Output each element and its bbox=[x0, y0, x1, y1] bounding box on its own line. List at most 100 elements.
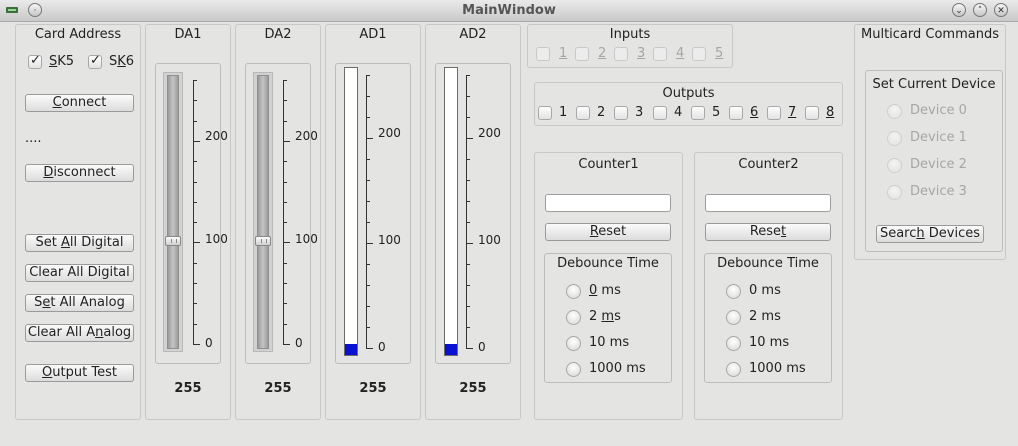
scale-line bbox=[283, 80, 284, 344]
scale-tick bbox=[283, 161, 287, 162]
counter-value-field[interactable] bbox=[705, 194, 831, 212]
input-label: 2 bbox=[598, 46, 607, 61]
output-label: 2 bbox=[597, 105, 606, 120]
channel-value: 255 bbox=[174, 381, 202, 396]
channel-value: 255 bbox=[264, 381, 292, 396]
input-label: 5 bbox=[715, 46, 724, 61]
scale-label: 0 bbox=[205, 336, 213, 350]
scale-label: 100 bbox=[378, 233, 401, 247]
maximize-icon[interactable]: ˄ bbox=[973, 3, 987, 17]
input-checkbox-4[interactable] bbox=[653, 47, 667, 61]
device-label: Device 1 bbox=[910, 130, 967, 145]
scale-tick bbox=[193, 242, 200, 243]
scale-tick bbox=[193, 100, 197, 101]
scale-label: 200 bbox=[378, 126, 401, 140]
scale-tick bbox=[283, 141, 290, 142]
output-label: 8 bbox=[826, 105, 835, 120]
output-label: 6 bbox=[750, 105, 759, 120]
input-checkbox-2[interactable] bbox=[575, 47, 589, 61]
scale-tick bbox=[193, 161, 197, 162]
slider-handle[interactable] bbox=[255, 236, 271, 246]
debounce-radio[interactable] bbox=[726, 284, 741, 299]
debounce-radio[interactable] bbox=[726, 336, 741, 351]
slider-track[interactable] bbox=[257, 75, 269, 349]
output-checkbox-7[interactable] bbox=[767, 106, 781, 120]
counter-reset-button[interactable]: Reset bbox=[545, 223, 671, 241]
scale-tick bbox=[366, 264, 370, 265]
scale-tick bbox=[366, 117, 370, 118]
input-checkbox-1[interactable] bbox=[536, 47, 550, 61]
debounce-radio[interactable] bbox=[566, 284, 581, 299]
scale-tick bbox=[283, 263, 287, 264]
channel-title: AD2 bbox=[459, 27, 487, 42]
scale-tick bbox=[466, 306, 470, 307]
input-label: 4 bbox=[676, 46, 685, 61]
window-title: MainWindow bbox=[462, 3, 556, 18]
output-checkbox-8[interactable] bbox=[805, 106, 819, 120]
scale-tick bbox=[283, 202, 287, 203]
set-all-digital-button[interactable]: Set All Digital bbox=[25, 234, 134, 252]
device-radio[interactable] bbox=[887, 104, 902, 119]
device-label: Device 3 bbox=[910, 184, 967, 199]
scale-tick bbox=[283, 344, 290, 345]
input-checkbox-5[interactable] bbox=[692, 47, 706, 61]
output-checkbox-5[interactable] bbox=[691, 106, 705, 120]
output-checkbox-3[interactable] bbox=[614, 106, 628, 120]
device-radio[interactable] bbox=[887, 131, 902, 146]
debounce-option-label: 10 ms bbox=[589, 335, 630, 350]
scale-tick bbox=[366, 75, 370, 76]
slider-track[interactable] bbox=[167, 75, 179, 349]
channel-value: 255 bbox=[359, 381, 387, 396]
sk6-checkbox[interactable] bbox=[88, 53, 102, 69]
output-checkbox-4[interactable] bbox=[653, 106, 667, 120]
output-checkbox-1[interactable] bbox=[538, 106, 552, 120]
scale-label: 100 bbox=[478, 233, 501, 247]
scale-tick bbox=[193, 263, 197, 264]
scale-tick bbox=[283, 222, 287, 223]
output-test-button[interactable]: Output Test bbox=[25, 364, 134, 382]
connect-button[interactable]: Connect bbox=[25, 94, 134, 112]
debounce-option-label: 1000 ms bbox=[749, 361, 806, 376]
clear-all-digital-button[interactable]: Clear All Digital bbox=[25, 264, 134, 282]
level-bar bbox=[444, 67, 458, 356]
scale-tick bbox=[193, 344, 200, 345]
device-radio[interactable] bbox=[887, 185, 902, 200]
scale-tick bbox=[283, 100, 287, 101]
output-checkbox-2[interactable] bbox=[576, 106, 590, 120]
sk5-checkbox[interactable] bbox=[28, 53, 42, 69]
debounce-option-label: 0 ms bbox=[589, 283, 621, 298]
counter-reset-button[interactable]: Reset bbox=[705, 223, 831, 241]
disconnect-button[interactable]: Disconnect bbox=[25, 164, 134, 182]
debounce-radio[interactable] bbox=[566, 362, 581, 377]
debounce-option-label: 2 ms bbox=[749, 309, 781, 324]
output-label: 3 bbox=[635, 105, 644, 120]
outputs-heading: Outputs bbox=[662, 86, 715, 101]
counter-title: Counter2 bbox=[738, 157, 799, 172]
card-address-heading: Card Address bbox=[34, 27, 122, 42]
scale-tick bbox=[193, 121, 197, 122]
clear-all-analog-button[interactable]: Clear All Analog bbox=[25, 324, 134, 342]
scale-tick bbox=[193, 141, 200, 142]
set-all-analog-button[interactable]: Set All Analog bbox=[25, 294, 134, 312]
debounce-radio[interactable] bbox=[726, 362, 741, 377]
debounce-radio[interactable] bbox=[726, 310, 741, 325]
input-label: 1 bbox=[559, 46, 568, 61]
scale-tick bbox=[466, 159, 470, 160]
input-checkbox-3[interactable] bbox=[614, 47, 628, 61]
scale-tick bbox=[283, 242, 290, 243]
scale-tick bbox=[193, 80, 197, 81]
slider-handle[interactable] bbox=[165, 236, 181, 246]
minimize-icon[interactable]: ⌄ bbox=[952, 3, 966, 17]
scale-tick bbox=[283, 324, 287, 325]
inputs-heading: Inputs bbox=[609, 27, 651, 42]
debounce-radio[interactable] bbox=[566, 336, 581, 351]
search-devices-button[interactable]: Search Devices bbox=[876, 225, 984, 243]
debounce-radio[interactable] bbox=[566, 310, 581, 325]
device-radio[interactable] bbox=[887, 158, 902, 173]
device-label: Device 0 bbox=[910, 103, 967, 118]
scale-label: 0 bbox=[378, 340, 386, 354]
output-checkbox-6[interactable] bbox=[729, 106, 743, 120]
channel-title: DA2 bbox=[264, 27, 292, 42]
counter-value-field[interactable] bbox=[545, 194, 671, 212]
close-icon[interactable]: ✕ bbox=[994, 3, 1008, 17]
